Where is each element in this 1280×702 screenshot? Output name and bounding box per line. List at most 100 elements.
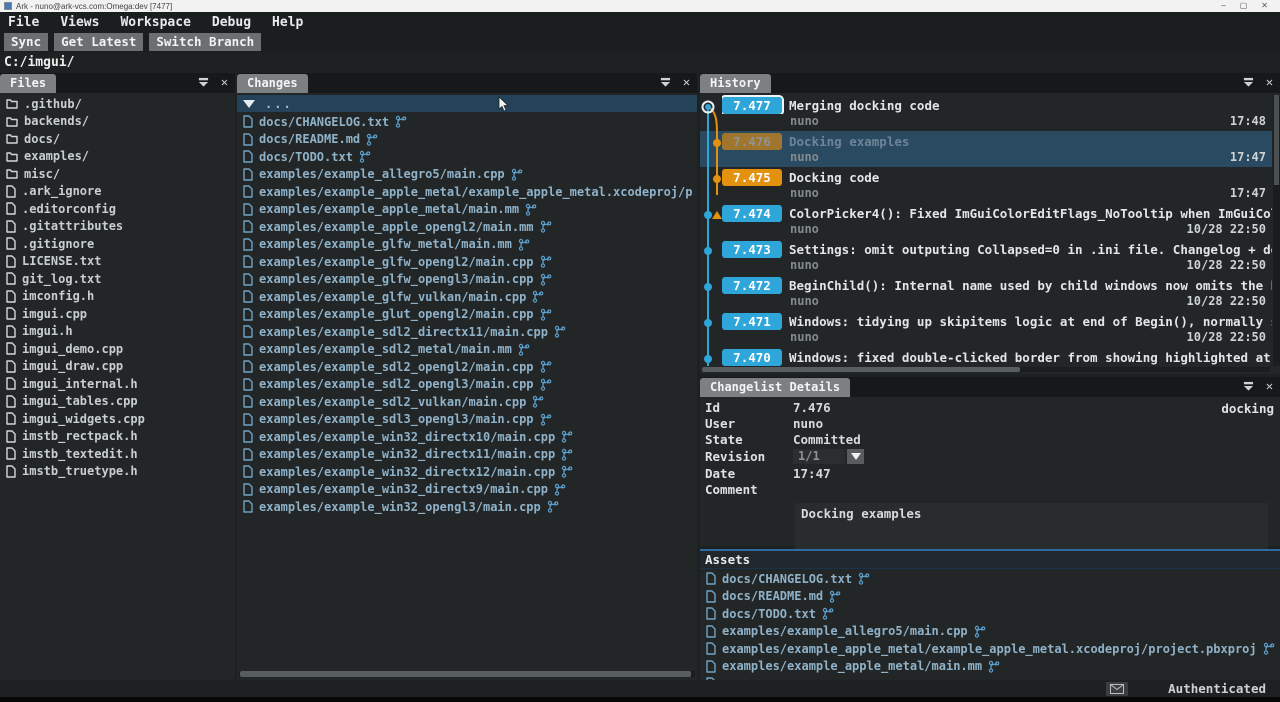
tab-changes[interactable]: Changes <box>237 74 308 93</box>
expand-triangle-icon[interactable] <box>243 100 255 108</box>
changed-file-row[interactable]: docs/README.md <box>237 131 697 149</box>
changelist-id-badge[interactable]: 7.470 <box>722 349 782 366</box>
file-tree-item[interactable]: .github/ <box>0 95 235 113</box>
file-tree-item[interactable]: git_log.txt <box>0 270 235 288</box>
changed-file-row[interactable]: examples/example_win32_directx11/main.cp… <box>237 446 697 464</box>
chevron-down-icon[interactable] <box>847 449 864 464</box>
history-entry[interactable]: 7.470Windows: fixed double-clicked borde… <box>700 347 1272 366</box>
filter-icon[interactable] <box>659 76 672 89</box>
file-tree-item[interactable]: docs/ <box>0 130 235 148</box>
changes-horizontal-scrollbar[interactable] <box>239 671 695 677</box>
file-tree-item[interactable]: examples/ <box>0 148 235 166</box>
history-horizontal-scrollbar[interactable] <box>702 367 1270 372</box>
revision-dropdown[interactable]: 1/1 <box>793 449 864 464</box>
menu-item-file[interactable]: File <box>8 15 50 30</box>
close-button[interactable]: ✕ <box>1261 2 1268 10</box>
changes-root-row[interactable]: ... <box>237 95 697 112</box>
changed-file-row[interactable]: examples/example_apple_opengl2/main.mm <box>237 218 697 236</box>
changed-file-row[interactable]: examples/example_apple_metal/example_app… <box>237 183 697 201</box>
file-tree-item[interactable]: .gitattributes <box>0 218 235 236</box>
changed-file-row[interactable]: examples/example_win32_directx10/main.cp… <box>237 428 697 446</box>
menu-item-help[interactable]: Help <box>272 15 314 30</box>
history-entry[interactable]: 7.473Settings: omit outputing Collapsed=… <box>700 239 1272 275</box>
file-tree-item[interactable]: imgui.h <box>0 323 235 341</box>
changelist-id-badge[interactable]: 7.475 <box>722 169 782 186</box>
file-tree-item[interactable]: misc/ <box>0 165 235 183</box>
changed-file-row[interactable]: docs/TODO.txt <box>237 148 697 166</box>
history-entry[interactable]: 7.471Windows: tidying up skipitems logic… <box>700 311 1272 347</box>
close-icon[interactable]: ✕ <box>1263 76 1276 89</box>
asset-row[interactable]: docs/README.md <box>700 588 1280 606</box>
changelist-id-badge[interactable]: 7.472 <box>722 277 782 294</box>
file-tree-item[interactable]: .ark_ignore <box>0 183 235 201</box>
mail-icon[interactable] <box>1106 682 1128 696</box>
file-tree-item[interactable]: imstb_truetype.h <box>0 463 235 481</box>
close-icon[interactable]: ✕ <box>680 76 693 89</box>
changed-file-row[interactable]: examples/example_glfw_metal/main.mm <box>237 236 697 254</box>
changelist-id-badge[interactable]: 7.471 <box>722 313 782 330</box>
asset-row[interactable]: examples/example_allegro5/main.cpp <box>700 623 1280 641</box>
tab-files[interactable]: Files <box>0 74 56 93</box>
state-label: State <box>700 432 793 447</box>
file-tree-item[interactable]: imgui_internal.h <box>0 375 235 393</box>
tab-history[interactable]: History <box>700 74 771 93</box>
file-tree-item[interactable]: imstb_textedit.h <box>0 445 235 463</box>
file-tree-item[interactable]: imgui.cpp <box>0 305 235 323</box>
changed-file-row[interactable]: examples/example_sdl3_opengl3/main.cpp <box>237 411 697 429</box>
file-tree-item[interactable]: backends/ <box>0 113 235 131</box>
changed-file-row[interactable]: examples/example_allegro5/main.cpp <box>237 166 697 184</box>
changelist-id-badge[interactable]: 7.476 <box>722 133 782 150</box>
asset-row[interactable]: docs/CHANGELOG.txt <box>700 570 1280 588</box>
history-entry[interactable]: 7.477Merging docking codenuno17:48 <box>700 95 1272 131</box>
file-tree-item[interactable]: imgui_draw.cpp <box>0 358 235 376</box>
history-entry[interactable]: 7.474ColorPicker4(): Fixed ImGuiColorEdi… <box>700 203 1272 239</box>
asset-row[interactable]: examples/example_apple_metal/example_app… <box>700 640 1280 658</box>
filter-icon[interactable] <box>1242 76 1255 89</box>
changed-file-row[interactable]: examples/example_sdl2_directx11/main.cpp <box>237 323 697 341</box>
changelist-id-badge[interactable]: 7.477 <box>722 97 782 114</box>
file-tree-item[interactable]: imgui_widgets.cpp <box>0 410 235 428</box>
asset-row[interactable]: docs/TODO.txt <box>700 605 1280 623</box>
minimize-button[interactable]: – <box>1221 2 1225 10</box>
changed-file-row[interactable]: examples/example_sdl2_opengl2/main.cpp <box>237 358 697 376</box>
history-entry[interactable]: 7.475Docking codenuno17:47 <box>700 167 1272 203</box>
tab-changelist-details[interactable]: Changelist Details <box>700 378 850 397</box>
file-tree-item[interactable]: imgui_tables.cpp <box>0 393 235 411</box>
close-icon[interactable]: ✕ <box>1263 380 1276 393</box>
get-latest-button[interactable]: Get Latest <box>54 33 143 51</box>
asset-row[interactable]: examples/example_apple_metal/main.mm <box>700 658 1280 676</box>
close-icon[interactable]: ✕ <box>218 76 231 89</box>
file-tree-item[interactable]: LICENSE.txt <box>0 253 235 271</box>
history-entry[interactable]: 7.472BeginChild(): Internal name used by… <box>700 275 1272 311</box>
changed-file-row[interactable]: docs/CHANGELOG.txt <box>237 113 697 131</box>
changed-file-row[interactable]: examples/example_glut_opengl2/main.cpp <box>237 306 697 324</box>
changed-file-row[interactable]: examples/example_glfw_opengl2/main.cpp <box>237 253 697 271</box>
history-entry[interactable]: 7.476Docking examplesnuno17:47 <box>700 131 1272 167</box>
sync-button[interactable]: Sync <box>4 33 48 51</box>
file-tree-item[interactable]: .editorconfig <box>0 200 235 218</box>
history-vertical-scrollbar[interactable] <box>1273 95 1280 366</box>
filter-icon[interactable] <box>197 76 210 89</box>
file-tree-item[interactable]: imstb_rectpack.h <box>0 428 235 446</box>
changed-file-row[interactable]: examples/example_win32_opengl3/main.cpp <box>237 498 697 516</box>
changed-file-row[interactable]: examples/example_win32_directx12/main.cp… <box>237 463 697 481</box>
changed-file-row[interactable]: examples/example_glfw_opengl3/main.cpp <box>237 271 697 289</box>
changed-file-row[interactable]: examples/example_sdl2_opengl3/main.cpp <box>237 376 697 394</box>
changed-file-row[interactable]: examples/example_glfw_vulkan/main.cpp <box>237 288 697 306</box>
file-tree-item[interactable]: imconfig.h <box>0 288 235 306</box>
changed-file-row[interactable]: examples/example_sdl2_vulkan/main.cpp <box>237 393 697 411</box>
menu-item-workspace[interactable]: Workspace <box>120 15 201 30</box>
changed-file-row[interactable]: examples/example_apple_metal/main.mm <box>237 201 697 219</box>
file-tree-item[interactable]: imgui_demo.cpp <box>0 340 235 358</box>
changelist-id-badge[interactable]: 7.474 <box>722 205 782 222</box>
changelist-id-badge[interactable]: 7.473 <box>722 241 782 258</box>
file-tree-item[interactable]: .gitignore <box>0 235 235 253</box>
changed-file-row[interactable]: examples/example_win32_directx9/main.cpp <box>237 481 697 499</box>
filter-icon[interactable] <box>1242 380 1255 393</box>
file-name: imgui_tables.cpp <box>22 394 138 408</box>
maximize-button[interactable]: ▢ <box>1240 2 1248 10</box>
changed-file-row[interactable]: examples/example_sdl2_metal/main.mm <box>237 341 697 359</box>
menu-item-views[interactable]: Views <box>60 15 110 30</box>
menu-item-debug[interactable]: Debug <box>212 15 262 30</box>
switch-branch-button[interactable]: Switch Branch <box>149 33 261 51</box>
